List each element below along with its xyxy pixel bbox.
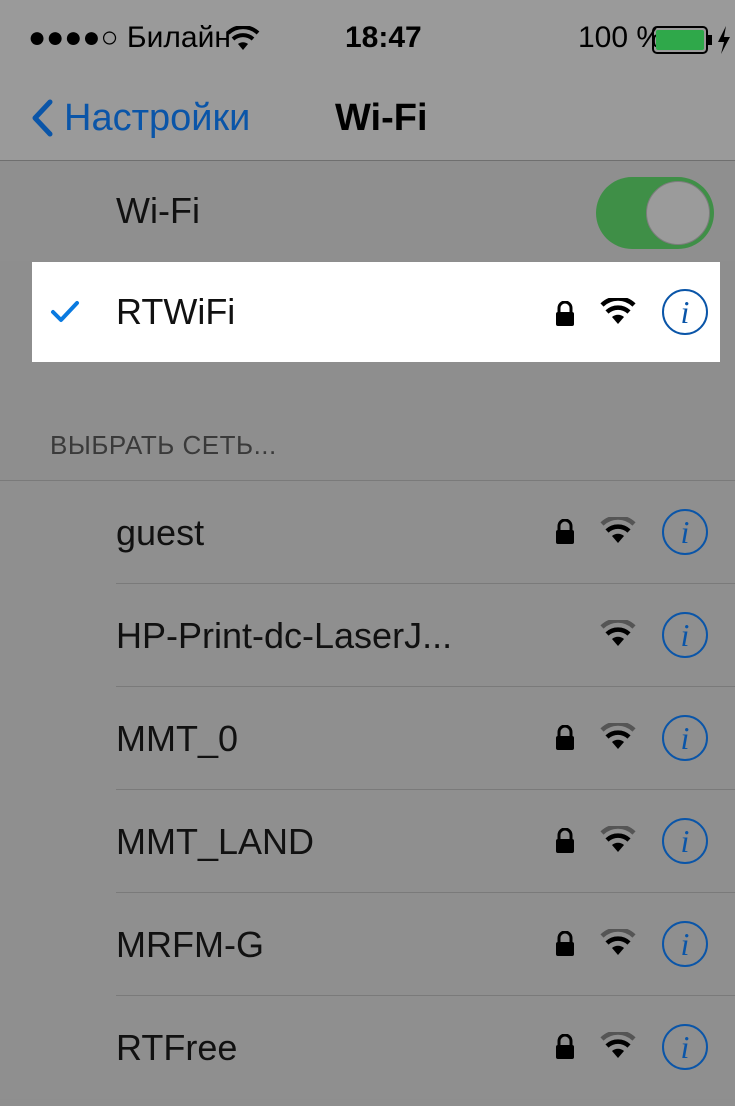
wifi-toggle-row: Wi-Fi [0, 161, 735, 261]
charging-bolt-icon [718, 26, 730, 54]
info-icon[interactable]: i [662, 818, 708, 864]
battery-percent: 100 % [578, 21, 664, 54]
info-icon[interactable]: i [662, 289, 708, 335]
network-name: MMT_LAND [116, 820, 315, 862]
back-button[interactable]: Настройки [30, 90, 250, 146]
wifi-signal-icon [600, 929, 636, 955]
status-bar: ●●●●○ Билайн 18:47 100 % [0, 0, 735, 76]
section-header: ВЫБРАТЬ СЕТЬ... [50, 430, 277, 460]
wifi-toggle-label: Wi-Fi [116, 190, 200, 231]
wifi-icon [226, 26, 260, 50]
info-icon[interactable]: i [662, 921, 708, 967]
connected-network-row[interactable]: RTWiFi i [32, 262, 720, 362]
lock-icon [556, 931, 574, 956]
lock-icon [556, 1034, 574, 1059]
wifi-signal-icon [600, 826, 636, 852]
info-icon[interactable]: i [662, 612, 708, 658]
status-time: 18:47 [345, 21, 422, 54]
toggle-knob [646, 181, 710, 245]
wifi-signal-icon [600, 620, 636, 646]
network-name: MMT_0 [116, 717, 239, 759]
network-row[interactable]: MRFM-G i [0, 893, 735, 996]
network-name: HP-Print-dc-LaserJ... [116, 614, 453, 656]
network-name: guest [116, 511, 205, 553]
network-row[interactable]: MMT_LAND i [0, 790, 735, 893]
info-icon[interactable]: i [662, 715, 708, 761]
info-icon[interactable]: i [662, 1024, 708, 1070]
lock-icon [556, 519, 574, 544]
back-button-label: Настройки [64, 96, 251, 139]
network-name: RTFree [116, 1026, 238, 1068]
battery-icon [652, 26, 712, 54]
wifi-signal-icon [600, 517, 636, 543]
wifi-signal-icon [600, 298, 636, 324]
wifi-toggle-switch[interactable] [596, 177, 714, 249]
network-row[interactable]: RTFree i [0, 996, 735, 1099]
checkmark-icon [51, 301, 79, 322]
page-title: Wi-Fi [335, 96, 428, 139]
wifi-signal-icon [600, 1032, 636, 1058]
info-icon[interactable]: i [662, 509, 708, 555]
network-row[interactable]: MMT_0 i [0, 687, 735, 790]
network-row[interactable]: guest i [0, 481, 735, 584]
carrier-label: ●●●●○ Билайн [28, 21, 231, 54]
connected-network-name: RTWiFi [116, 291, 236, 332]
network-name: MRFM-G [116, 923, 264, 965]
navigation-bar: Настройки Wi-Fi [0, 76, 735, 161]
lock-icon [556, 725, 574, 750]
lock-icon [556, 828, 574, 853]
network-row[interactable]: HP-Print-dc-LaserJ... i [0, 584, 735, 687]
chevron-left-icon [32, 99, 53, 137]
lock-icon [556, 301, 574, 326]
wifi-signal-icon [600, 723, 636, 749]
